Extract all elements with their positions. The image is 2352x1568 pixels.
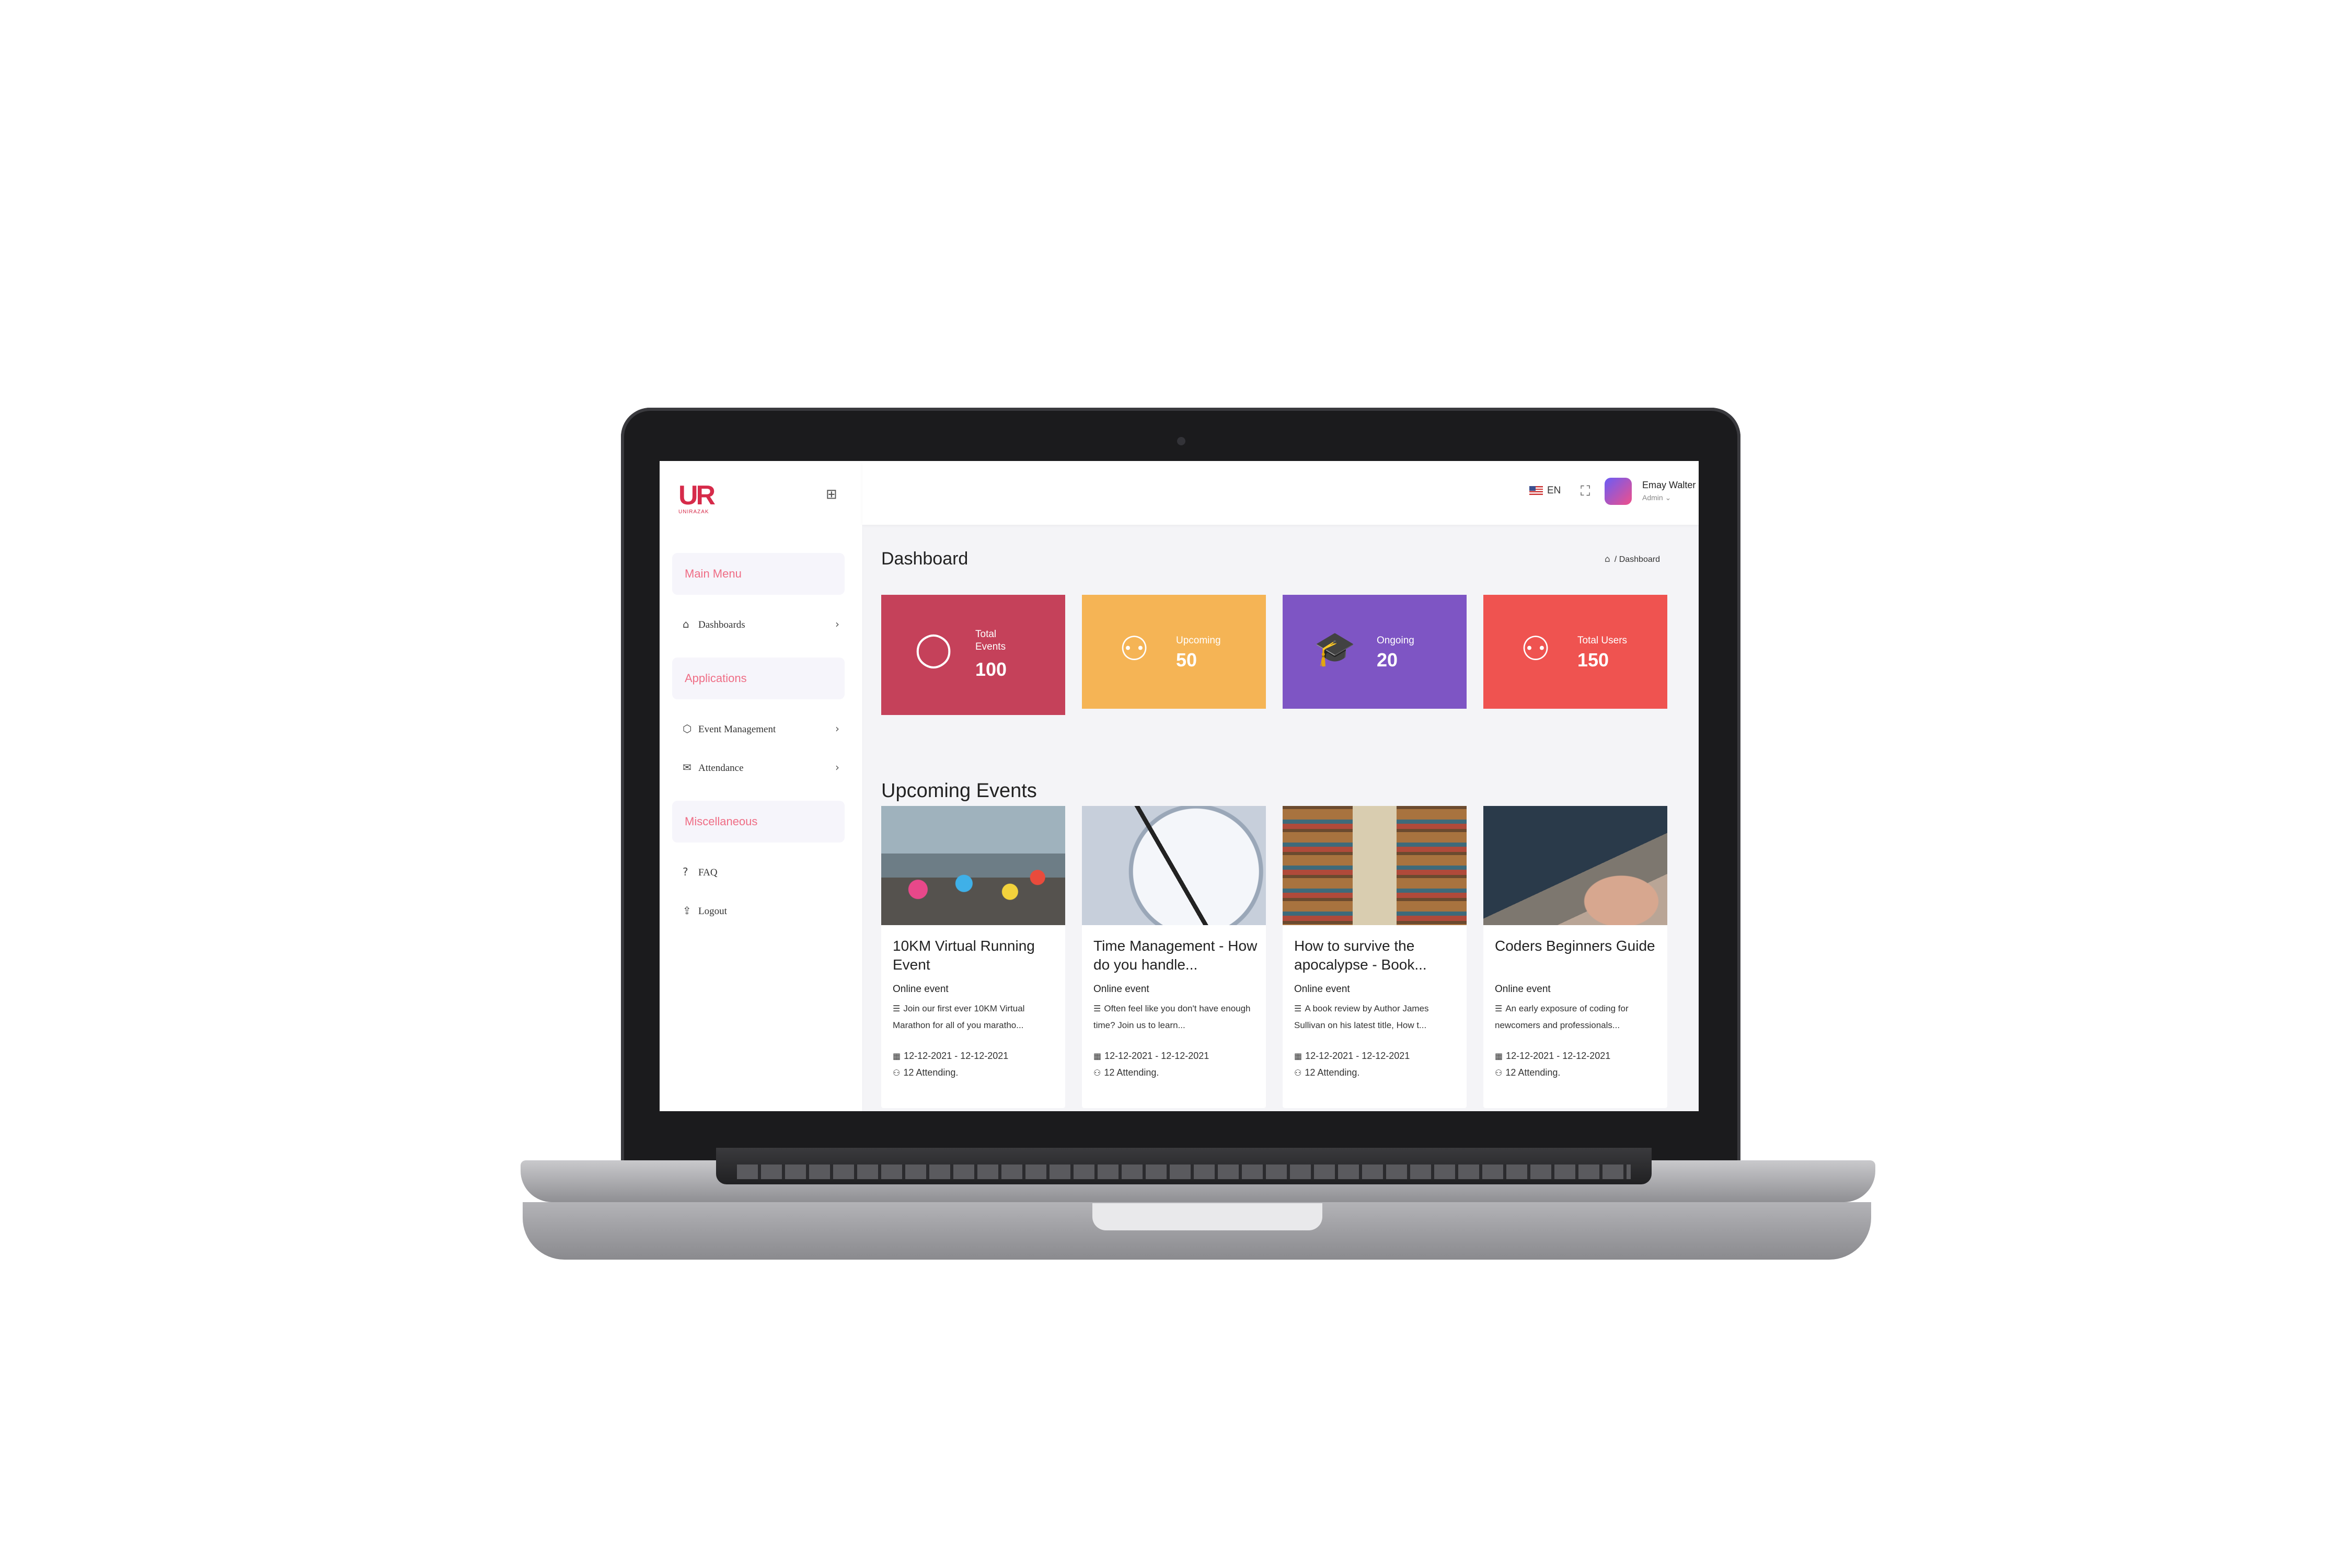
event-type: Online event xyxy=(1093,984,1149,995)
stat-card-upcoming[interactable]: ⚇ Upcoming 50 xyxy=(1082,595,1266,709)
event-image-coding xyxy=(1483,806,1667,925)
event-title[interactable]: Time Management - How do you handle... xyxy=(1093,937,1261,974)
language-selector[interactable]: EN xyxy=(1529,485,1561,497)
help-circle-icon: ? xyxy=(683,866,688,878)
event-card[interactable]: Coders Beginners Guide Online event ☰ An … xyxy=(1483,806,1667,1108)
sidebar-item-dashboards[interactable]: ⌂ Dashboards › xyxy=(683,614,839,635)
event-image-running xyxy=(881,806,1065,925)
event-title[interactable]: Coders Beginners Guide xyxy=(1495,937,1662,955)
section-miscellaneous: Miscellaneous xyxy=(672,801,845,843)
graduation-cap-icon: 🎓 xyxy=(1314,630,1356,668)
event-date: ▦ 12-12-2021 - 12-12-2021 xyxy=(1093,1051,1209,1061)
section-applications: Applications xyxy=(672,658,845,699)
event-date: ▦ 12-12-2021 - 12-12-2021 xyxy=(1495,1051,1611,1061)
mail-icon: ✉ xyxy=(683,761,691,774)
people-icon: ⚇ xyxy=(1495,1068,1503,1078)
people-icon: ⚇ xyxy=(1294,1068,1302,1078)
brand-logo[interactable]: UR UNIRAZAK xyxy=(678,480,716,518)
event-title[interactable]: How to survive the apocalypse - Book... xyxy=(1294,937,1461,974)
sidebar: UR UNIRAZAK ⊞ Main Menu ⌂ Dashboards › Ap… xyxy=(660,461,863,1111)
list-icon: ☰ xyxy=(893,1004,901,1013)
stat-card-total-users[interactable]: ⚇ Total Users 150 xyxy=(1483,595,1667,709)
sidebar-item-label: Dashboards xyxy=(698,619,745,630)
calendar-icon: ▦ xyxy=(1294,1051,1302,1061)
event-attending: ⚇ 12 Attending. xyxy=(893,1067,959,1078)
stat-label: Total Users xyxy=(1577,635,1628,646)
stat-label: Total Events xyxy=(975,629,1006,652)
event-date: ▦ 12-12-2021 - 12-12-2021 xyxy=(1294,1051,1410,1061)
calendar-icon: ▦ xyxy=(1093,1051,1102,1061)
event-date: ▦ 12-12-2021 - 12-12-2021 xyxy=(893,1051,1009,1061)
sidebar-item-attendance[interactable]: ✉ Attendance › xyxy=(683,757,839,778)
sidebar-item-label: FAQ xyxy=(698,867,718,878)
sidebar-item-faq[interactable]: ? FAQ xyxy=(683,861,839,882)
event-type: Online event xyxy=(1495,984,1551,995)
calendar-icon: ▦ xyxy=(1495,1051,1503,1061)
section-main-menu: Main Menu xyxy=(672,553,845,595)
people-icon: ⚇ xyxy=(1093,1068,1101,1078)
event-type: Online event xyxy=(1294,984,1350,995)
event-description: ☰ Join our first ever 10KM Virtual Marath… xyxy=(893,1004,1025,1030)
stat-label: Ongoing xyxy=(1377,635,1414,646)
list-icon: ☰ xyxy=(1093,1004,1101,1013)
language-label: EN xyxy=(1547,485,1561,496)
stat-card-ongoing[interactable]: 🎓 Ongoing 20 xyxy=(1283,595,1467,709)
stat-card-total-events[interactable]: ◯ Total Events 100 xyxy=(881,595,1065,715)
stat-value: 20 xyxy=(1377,649,1398,671)
event-title[interactable]: 10KM Virtual Running Event xyxy=(893,937,1060,974)
laptop-keyboard-keys xyxy=(737,1165,1631,1179)
event-card[interactable]: Time Management - How do you handle... O… xyxy=(1082,806,1266,1108)
laptop-opening-notch xyxy=(1092,1203,1322,1230)
group-icon: ⚇ xyxy=(1119,630,1149,668)
sidebar-item-label: Attendance xyxy=(698,763,744,774)
chevron-right-icon: › xyxy=(835,722,839,735)
stat-value: 100 xyxy=(975,659,1007,680)
event-description: ☰ A book review by Author James Sullivan … xyxy=(1294,1004,1429,1030)
page-title: Dashboard xyxy=(881,549,969,569)
sidebar-item-label: Event Management xyxy=(698,724,776,735)
event-type: Online event xyxy=(893,984,949,995)
home-icon: ⌂ xyxy=(683,618,689,630)
chevron-right-icon: › xyxy=(835,761,839,774)
sidebar-item-label: Logout xyxy=(698,906,727,917)
stat-value: 50 xyxy=(1176,649,1197,671)
group-icon: ⚇ xyxy=(1520,630,1551,668)
logo-mark: UR xyxy=(678,480,716,511)
event-card[interactable]: 10KM Virtual Running Event Online event … xyxy=(881,806,1065,1108)
event-description: ☰ An early exposure of coding for newcome… xyxy=(1495,1004,1629,1030)
list-icon: ☰ xyxy=(1495,1004,1503,1013)
people-icon: ⚇ xyxy=(893,1068,901,1078)
chevron-right-icon: › xyxy=(835,618,839,630)
sidebar-item-logout[interactable]: ⇪ Logout xyxy=(683,900,839,921)
fullscreen-icon[interactable]: ⛶ xyxy=(1581,483,1590,500)
event-card[interactable]: How to survive the apocalypse - Book... … xyxy=(1283,806,1467,1108)
user-role[interactable]: Admin ⌄ xyxy=(1642,493,1671,502)
stat-value: 150 xyxy=(1577,649,1609,671)
breadcrumb-current: Dashboard xyxy=(1619,555,1660,564)
event-attending: ⚇ 12 Attending. xyxy=(1093,1067,1159,1078)
event-image-library xyxy=(1283,806,1467,925)
us-flag-icon xyxy=(1529,486,1543,495)
avatar[interactable] xyxy=(1605,478,1632,505)
calendar-icon: ▦ xyxy=(893,1051,901,1061)
event-attending: ⚇ 12 Attending. xyxy=(1294,1067,1360,1078)
user-name[interactable]: Emay Walter xyxy=(1642,480,1696,491)
event-image-clock xyxy=(1082,806,1266,925)
logout-icon: ⇪ xyxy=(683,904,691,917)
grid-icon[interactable]: ⊞ xyxy=(826,487,839,501)
list-icon: ☰ xyxy=(1294,1004,1302,1013)
cube-icon: ⬡ xyxy=(683,722,692,735)
user-circle-icon: ◯ xyxy=(915,630,952,668)
event-description: ☰ Often feel like you don't have enough t… xyxy=(1093,1004,1251,1030)
upcoming-events-title: Upcoming Events xyxy=(881,780,1037,802)
event-attending: ⚇ 12 Attending. xyxy=(1495,1067,1561,1078)
sidebar-item-event-management[interactable]: ⬡ Event Management › xyxy=(683,718,839,739)
camera-icon xyxy=(1177,437,1185,445)
laptop-screen: UR UNIRAZAK ⊞ Main Menu ⌂ Dashboards › Ap… xyxy=(660,461,1699,1111)
stat-label: Upcoming xyxy=(1176,635,1221,646)
home-icon[interactable]: ⌂ xyxy=(1605,554,1610,564)
breadcrumb: ⌂ / Dashboard xyxy=(1605,554,1660,564)
top-bar: EN ⛶ Emay Walter Admin ⌄ xyxy=(862,461,1699,525)
